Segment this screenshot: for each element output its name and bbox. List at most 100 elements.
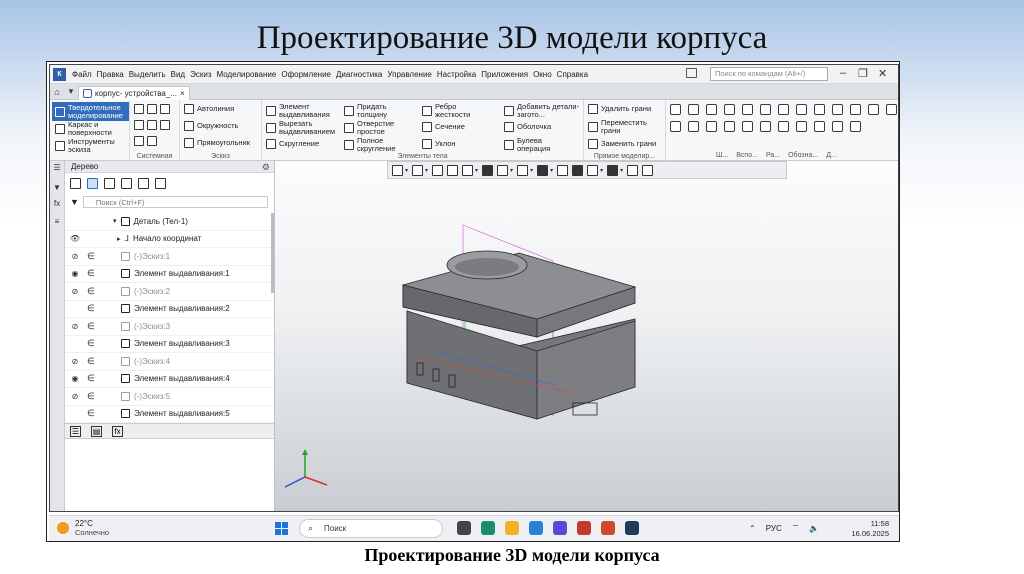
- wireframe-button[interactable]: Каркас и поверхности: [55, 121, 126, 136]
- tree-view-icon[interactable]: [70, 177, 81, 189]
- menu-item[interactable]: Приложения: [481, 70, 528, 79]
- move-faces-button[interactable]: Переместить грани: [588, 119, 651, 134]
- ribbon-group-label[interactable]: Ра...: [766, 152, 780, 159]
- shell-button[interactable]: Оболочка: [504, 122, 551, 132]
- tree-row[interactable]: ∈ Элемент выдавливания:3: [65, 336, 274, 353]
- archiver-icon[interactable]: [577, 521, 591, 535]
- tool-icon[interactable]: [760, 104, 771, 115]
- menu-item[interactable]: Управление: [387, 70, 431, 79]
- restore-icon[interactable]: ❐: [858, 67, 868, 80]
- fillet-button[interactable]: Скругление: [266, 139, 319, 149]
- menu-item[interactable]: Оформление: [281, 70, 331, 79]
- windows-start-icon[interactable]: [275, 522, 288, 535]
- document-tab[interactable]: корпус- устройства_... ×: [78, 85, 190, 100]
- tool-icon[interactable]: [886, 104, 897, 115]
- tree-row[interactable]: ⊘ ∈ (-)Эскиз:3: [65, 318, 274, 336]
- tree-row[interactable]: ◉ ∈ Элемент выдавливания:4: [65, 371, 274, 388]
- ribbon-group-label[interactable]: Обозна...: [788, 152, 818, 159]
- delete-faces-button[interactable]: Удалить грани: [588, 104, 651, 114]
- undo-button[interactable]: [134, 136, 157, 146]
- menu-item[interactable]: Файл: [72, 70, 92, 79]
- minimize-icon[interactable]: –: [840, 67, 846, 79]
- tool-icon[interactable]: [670, 121, 681, 132]
- tree-row[interactable]: ∈ Элемент выдавливания:2: [65, 301, 274, 318]
- properties-tab-icon[interactable]: ▤: [91, 425, 102, 437]
- powerpoint-icon[interactable]: [601, 521, 615, 535]
- eye-icon[interactable]: 👁: [69, 234, 81, 243]
- cut-extrude-button[interactable]: Вырезать выдавливанием: [266, 120, 339, 135]
- extrude-button[interactable]: Элемент выдавливания: [266, 103, 337, 118]
- tool-icon[interactable]: [796, 121, 807, 132]
- tool-icon[interactable]: [832, 104, 843, 115]
- funnel-icon[interactable]: ▼: [70, 197, 79, 207]
- eye-icon[interactable]: ◉: [69, 374, 81, 383]
- home-icon[interactable]: ⌂: [50, 87, 64, 97]
- structure-icon[interactable]: [87, 177, 98, 189]
- menu-item[interactable]: Выделить: [129, 70, 166, 79]
- tree-row[interactable]: ∈ Элемент выдавливания:5: [65, 406, 274, 423]
- expand-icon[interactable]: ▸: [117, 235, 121, 243]
- variables-tab-icon[interactable]: fx: [112, 425, 123, 437]
- menu-item[interactable]: Диагностика: [336, 70, 382, 79]
- tray-chevron-icon[interactable]: ⌃: [749, 524, 756, 533]
- add-part-button[interactable]: Добавить детали-загото...: [504, 103, 587, 118]
- hole-button[interactable]: Отверстие простое: [344, 120, 399, 135]
- fx-icon[interactable]: fx: [52, 199, 62, 209]
- app-icon[interactable]: [553, 521, 567, 535]
- tree-row[interactable]: ◉ ∈ Элемент выдавливания:1: [65, 266, 274, 283]
- list-icon[interactable]: ≡: [52, 217, 62, 227]
- tree-search-input[interactable]: [82, 196, 268, 208]
- section-button[interactable]: Сечение: [422, 122, 465, 132]
- chevron-down-icon[interactable]: ▾: [64, 86, 78, 97]
- tree-row[interactable]: ⊘ ∈ (-)Эскиз:1: [65, 248, 274, 266]
- layout-icon[interactable]: [686, 68, 697, 78]
- eye-icon[interactable]: ◉: [69, 269, 81, 278]
- menu-item[interactable]: Правка: [97, 70, 124, 79]
- explorer-icon[interactable]: [505, 521, 519, 535]
- tree-row[interactable]: ⊘ ∈ (-)Эскиз:5: [65, 388, 274, 406]
- tool-icon[interactable]: [814, 104, 825, 115]
- 3d-viewport[interactable]: ▾ ▾ ▾ ▾ ▾ ▾ ▾ ▾: [275, 161, 898, 511]
- taskbar-search[interactable]: ⌕ Поиск: [299, 519, 443, 538]
- tool-icon[interactable]: [814, 121, 825, 132]
- tree-tab-icon[interactable]: ☰: [70, 425, 81, 437]
- tree-icon[interactable]: ☰: [52, 163, 62, 173]
- task-view-icon[interactable]: [457, 521, 471, 535]
- rib-button[interactable]: Ребро жесткости: [422, 103, 477, 118]
- tool-icon[interactable]: [706, 104, 717, 115]
- command-search-input[interactable]: Поиск по командам (Alt+/): [710, 67, 828, 81]
- tool-icon[interactable]: [742, 104, 753, 115]
- bodies-icon[interactable]: [104, 177, 115, 189]
- tree-root[interactable]: ▾ Деталь (Тел-1): [65, 213, 274, 231]
- tool-icon[interactable]: [688, 104, 699, 115]
- tree-row-origin[interactable]: 👁 ▸ ⅃ Начало координат: [65, 231, 274, 248]
- new-button[interactable]: [134, 104, 170, 114]
- boolean-button[interactable]: Булева операция: [504, 137, 567, 152]
- gear-icon[interactable]: ⚙: [262, 161, 270, 173]
- ribbon-group-label[interactable]: Ш...: [716, 152, 728, 159]
- components-icon[interactable]: [121, 177, 132, 189]
- tool-icon[interactable]: [778, 121, 789, 132]
- full-fillet-button[interactable]: Полное скругление: [344, 137, 399, 152]
- menu-item[interactable]: Эскиз: [190, 70, 211, 79]
- eye-off-icon[interactable]: ⊘: [69, 252, 81, 261]
- kompas-icon[interactable]: [625, 521, 639, 535]
- menu-item[interactable]: Настройка: [437, 70, 476, 79]
- tool-icon[interactable]: [832, 121, 843, 132]
- wifi-icon[interactable]: ⌔: [792, 523, 800, 533]
- tool-icon[interactable]: [688, 121, 699, 132]
- autoline-button[interactable]: Автолиния: [184, 104, 234, 114]
- close-tab-icon[interactable]: ×: [180, 89, 185, 98]
- filter-icon[interactable]: ▼: [52, 183, 62, 193]
- eye-off-icon[interactable]: ⊘: [69, 322, 81, 331]
- print-button[interactable]: [134, 120, 170, 130]
- replace-faces-button[interactable]: Заменить грани: [588, 139, 656, 149]
- tool-icon[interactable]: [778, 104, 789, 115]
- ribbon-group-label[interactable]: Вспо...: [736, 152, 758, 159]
- tool-icon[interactable]: [796, 104, 807, 115]
- tool-icon[interactable]: [760, 121, 771, 132]
- lang-indicator[interactable]: РУС: [766, 524, 782, 533]
- eye-off-icon[interactable]: ⊘: [69, 392, 81, 401]
- edge-icon[interactable]: [481, 521, 495, 535]
- tool-icon[interactable]: [868, 104, 879, 115]
